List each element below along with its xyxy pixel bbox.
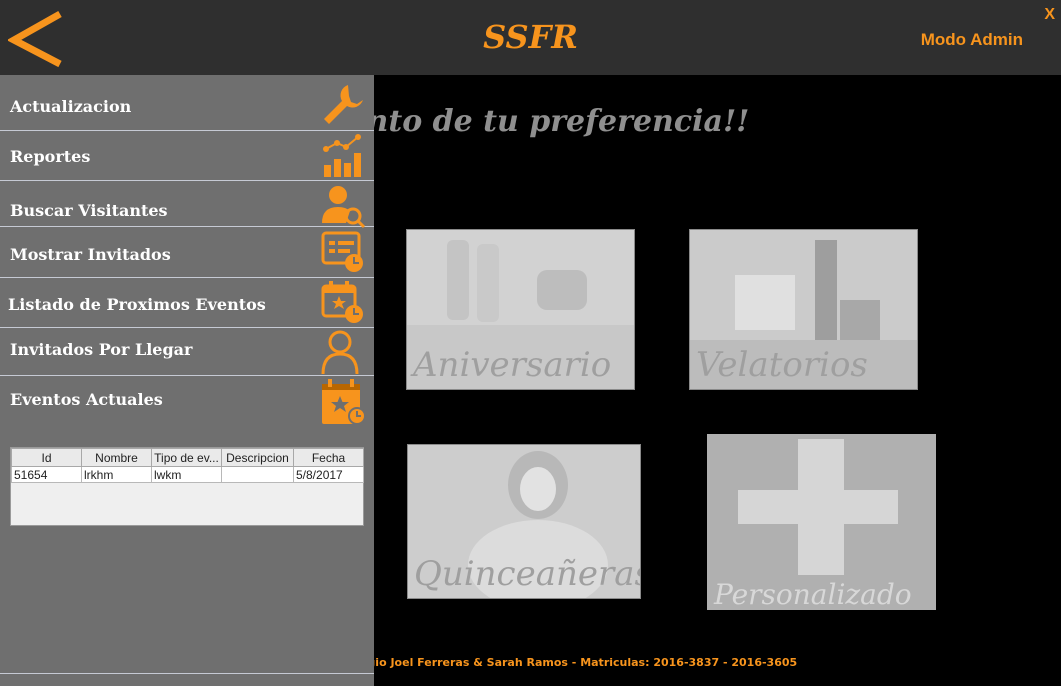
card-label: Aniversario	[413, 345, 612, 385]
sidebar-item-eventos-actuales[interactable]: Eventos Actuales	[0, 376, 374, 431]
title-bar: SSFR Modo Admin X	[0, 0, 1061, 75]
column-header-nombre[interactable]: Nombre	[81, 448, 152, 467]
divider	[0, 673, 374, 674]
sidebar-item-buscar-visitantes[interactable]: Buscar Visitantes	[0, 181, 374, 229]
app-title: SSFR	[483, 18, 578, 56]
event-card-quinceaneras[interactable]: Quinceañeras	[407, 444, 641, 599]
close-button[interactable]: X	[1044, 6, 1055, 24]
sidebar-item-proximos-eventos[interactable]: Listado de Proximos Eventos	[0, 278, 374, 328]
table-cell: 5/8/2017	[293, 466, 364, 483]
column-header-descripcion[interactable]: Descripcion	[221, 448, 294, 467]
sidebar-item-invitados-por-llegar[interactable]: Invitados Por Llegar	[0, 328, 374, 376]
chart-icon	[320, 133, 366, 179]
mode-label: Modo Admin	[920, 30, 1023, 49]
user-search-icon	[320, 183, 366, 229]
person-icon	[320, 329, 366, 375]
event-card-personalizado[interactable]: Personalizado	[707, 434, 936, 610]
event-card-velatorios[interactable]: Velatorios	[689, 229, 918, 390]
sidebar-item-label: Eventos Actuales	[10, 390, 163, 409]
sidebar-menu: Actualizacion Reportes Buscar Visitantes	[0, 75, 374, 686]
column-header-tipo[interactable]: Tipo de ev...	[151, 448, 222, 467]
sidebar-item-actualizacion[interactable]: Actualizacion	[0, 75, 374, 131]
calendar-clock-icon	[320, 280, 366, 326]
sidebar-item-label: Invitados Por Llegar	[10, 340, 193, 359]
table-cell: 51654	[11, 466, 82, 483]
footer-credits: rgio Joel Ferreras & Sarah Ramos - Matri…	[362, 656, 798, 669]
calendar-star-icon	[320, 378, 366, 425]
card-label: Velatorios	[696, 345, 868, 385]
column-header-fecha[interactable]: Fecha	[293, 448, 364, 467]
table-header-row: Id Nombre Tipo de ev... Descripcion Fech…	[11, 448, 364, 467]
table-cell	[221, 466, 294, 483]
table-cell: lrkhm	[81, 466, 152, 483]
guest-list-icon	[320, 229, 366, 275]
sidebar-item-label: Mostrar Invitados	[10, 245, 171, 264]
event-card-aniversario[interactable]: Aniversario	[406, 229, 635, 390]
sidebar-item-label: Actualizacion	[10, 97, 132, 116]
sidebar-item-reportes[interactable]: Reportes	[0, 131, 374, 181]
column-header-id[interactable]: Id	[11, 448, 82, 467]
wrench-icon	[320, 81, 366, 127]
card-label: Quinceañeras	[414, 554, 641, 594]
table-row[interactable]: 51654 lrkhm lwkm 5/8/2017	[11, 466, 364, 483]
sidebar-item-mostrar-invitados[interactable]: Mostrar Invitados	[0, 227, 374, 278]
sidebar-item-label: Listado de Proximos Eventos	[8, 295, 266, 314]
sidebar-item-label: Reportes	[10, 147, 91, 166]
card-label: Personalizado	[714, 578, 912, 610]
sidebar-item-label: Buscar Visitantes	[10, 201, 168, 220]
current-events-table: Id Nombre Tipo de ev... Descripcion Fech…	[10, 447, 364, 526]
table-cell: lwkm	[151, 466, 222, 483]
